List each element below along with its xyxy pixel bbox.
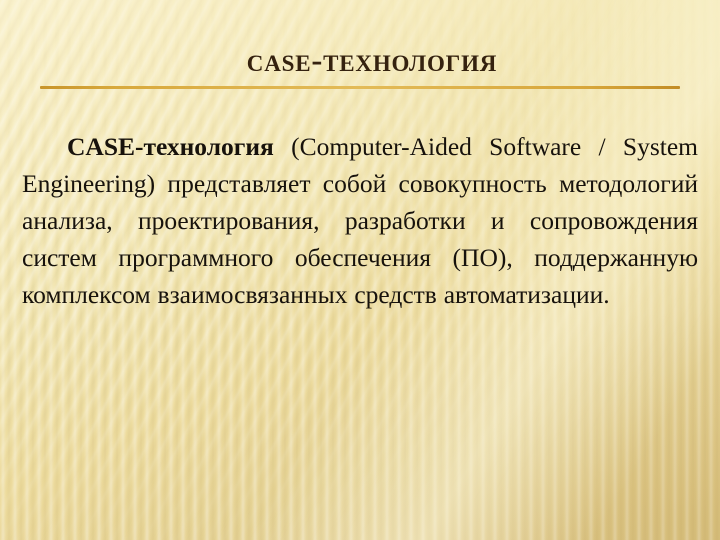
- title-block: CASE-технология: [0, 42, 720, 80]
- body-lead-term: CASE-технология: [67, 132, 274, 161]
- body-paragraph: CASE-технология (Computer-Aided Software…: [22, 128, 698, 313]
- slide-title: CASE-технология: [246, 43, 498, 79]
- title-divider-rule: [40, 86, 680, 89]
- slide-canvas: CASE-технология CASE-технология (Compute…: [0, 0, 720, 540]
- body-block: CASE-технология (Computer-Aided Software…: [22, 128, 698, 313]
